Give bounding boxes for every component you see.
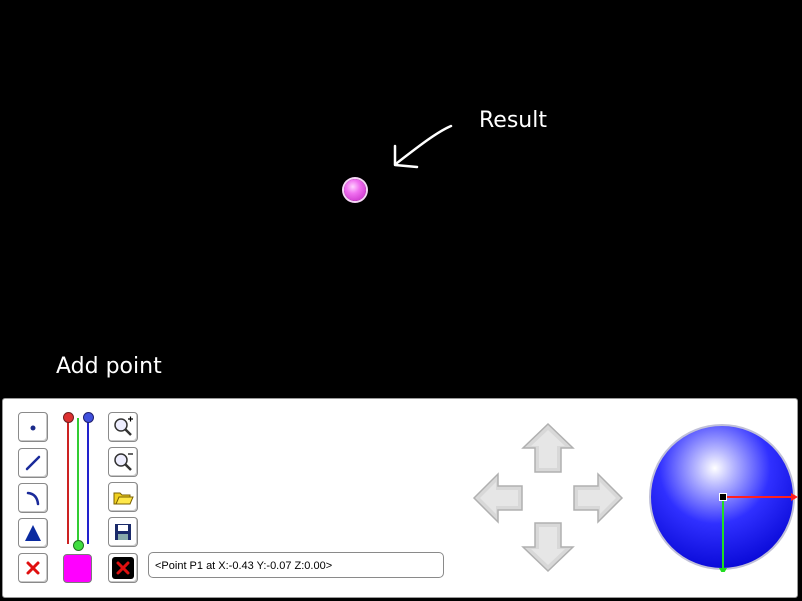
save-file-button[interactable] bbox=[108, 517, 138, 547]
add-point-annotation-label: Add point bbox=[56, 354, 162, 379]
status-bar: <Point P1 at X:-0.43 Y:-0.07 Z:0.00> bbox=[148, 552, 444, 578]
orientation-globe[interactable] bbox=[648, 422, 798, 572]
add-arc-button[interactable] bbox=[18, 483, 48, 513]
zoom-out-button[interactable] bbox=[108, 447, 138, 477]
add-point-button[interactable] bbox=[18, 412, 48, 442]
add-triangle-button[interactable] bbox=[18, 518, 48, 548]
black-x-icon bbox=[112, 557, 134, 579]
zoom-in-button[interactable] bbox=[108, 412, 138, 442]
delete-button[interactable] bbox=[18, 553, 48, 583]
blue-slider-knob[interactable] bbox=[83, 412, 94, 423]
pan-right-arrow-icon[interactable] bbox=[572, 472, 624, 524]
result-annotation-label: Result bbox=[479, 108, 547, 133]
result-annotation-arrow bbox=[393, 124, 453, 169]
zoom-in-icon bbox=[114, 416, 133, 436]
green-slider-track[interactable] bbox=[77, 418, 79, 544]
red-x-icon bbox=[26, 561, 40, 575]
color-swatch[interactable] bbox=[63, 554, 92, 583]
floppy-disk-icon bbox=[115, 524, 131, 540]
canvas-viewport[interactable] bbox=[0, 0, 802, 398]
open-file-button[interactable] bbox=[108, 482, 138, 512]
blue-slider-track[interactable] bbox=[87, 416, 89, 544]
clear-button[interactable] bbox=[108, 553, 138, 583]
arc-icon bbox=[26, 491, 40, 506]
folder-icon bbox=[113, 492, 134, 505]
triangle-icon bbox=[25, 525, 41, 541]
dot-icon bbox=[30, 425, 36, 431]
green-slider-knob[interactable] bbox=[73, 540, 84, 551]
pan-left-arrow-icon[interactable] bbox=[472, 472, 524, 524]
line-icon bbox=[25, 455, 41, 471]
zoom-out-icon bbox=[114, 453, 133, 471]
red-slider-track[interactable] bbox=[67, 416, 69, 544]
add-line-button[interactable] bbox=[18, 448, 48, 478]
pan-down-arrow-icon[interactable] bbox=[521, 521, 575, 573]
red-slider-knob[interactable] bbox=[63, 412, 74, 423]
point-p1[interactable] bbox=[344, 179, 366, 201]
pan-up-arrow-icon[interactable] bbox=[521, 422, 575, 474]
